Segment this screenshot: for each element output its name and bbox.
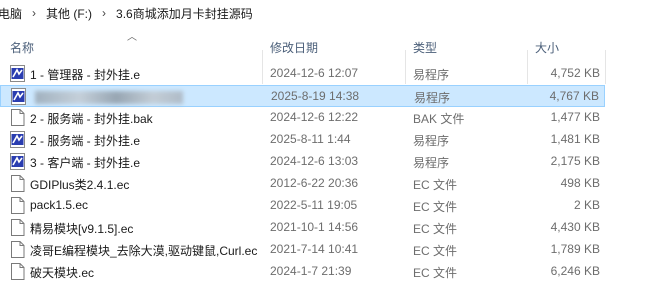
breadcrumb: 电脑 › 其他 (F:) › 3.6商城添加月卡封挂源码: [0, 0, 671, 26]
breadcrumb-item-computer[interactable]: 电脑: [0, 5, 22, 22]
column-date[interactable]: 修改日期: [270, 39, 318, 56]
file-size: 6,246 KB: [550, 264, 600, 278]
file-type: EC 文件: [413, 200, 458, 214]
file-row[interactable]: 2025-8-19 14:38 易程序 4,767 KB: [0, 85, 605, 107]
breadcrumb-chevron-icon: ›: [32, 6, 37, 20]
file-type: EC 文件: [413, 222, 458, 236]
column-name[interactable]: 名称: [10, 39, 34, 56]
file-size: 4,752 KB: [550, 66, 600, 80]
file-date: 2021-7-14 10:41: [270, 242, 359, 256]
file-name: 破天模块.ec: [30, 266, 95, 280]
file-icon: [10, 219, 25, 236]
file-size: 4,430 KB: [550, 220, 600, 234]
file-name: 3 - 客户端 - 封外挂.e: [30, 156, 141, 170]
breadcrumb-item-folder[interactable]: 3.6商城添加月卡封挂源码: [116, 5, 253, 22]
file-name: 精易模块[v9.1.5].ec: [30, 222, 134, 236]
file-date: 2025-8-19 14:38: [271, 89, 360, 103]
file-date: 2024-1-7 21:39: [270, 264, 352, 278]
column-size[interactable]: 大小: [535, 39, 559, 56]
e-program-icon: [10, 131, 25, 148]
file-type: 易程序: [413, 68, 450, 82]
file-date: 2022-5-11 19:05: [270, 198, 358, 212]
file-type: 易程序: [413, 134, 450, 148]
column-header: ︿ 名称 修改日期 类型 大小: [0, 26, 671, 84]
file-size: 1,481 KB: [550, 132, 600, 146]
file-name: 2 - 服务端 - 封外挂.bak: [30, 112, 153, 126]
file-date: 2024-12-6 12:22: [270, 110, 359, 124]
sort-ascending-icon: ︿: [127, 32, 137, 43]
file-name: GDIPlus类2.4.1.ec: [30, 178, 130, 192]
file-row[interactable]: 1 - 管理器 - 封外挂.e 2024-12-6 12:07 易程序 4,752 K…: [0, 63, 605, 85]
file-date: 2024-12-6 13:03: [270, 154, 359, 168]
file-type: EC 文件: [413, 244, 458, 258]
file-type: EC 文件: [413, 178, 458, 192]
file-date: 2012-6-22 20:36: [270, 176, 359, 190]
file-row[interactable]: 破天模块.ec 2024-1-7 21:39 EC 文件 6,246 KB: [0, 261, 605, 283]
e-program-icon: [11, 88, 26, 105]
file-name: 凌哥E编程模块_去除大漠,驱动键鼠,Curl.ec: [30, 244, 258, 258]
e-program-icon: [10, 153, 25, 170]
file-name: 2 - 服务端 - 封外挂.e: [30, 134, 141, 148]
file-date: 2024-12-6 12:07: [270, 66, 359, 80]
file-row[interactable]: GDIPlus类2.4.1.ec 2012-6-22 20:36 EC 文件 498 …: [0, 173, 605, 195]
file-type: 易程序: [413, 156, 450, 170]
column-type[interactable]: 类型: [413, 39, 437, 56]
file-name: pack1.5.ec: [30, 198, 89, 212]
file-icon: [10, 197, 25, 214]
file-size: 2,175 KB: [550, 154, 600, 168]
breadcrumb-chevron-icon: ›: [102, 6, 107, 20]
file-row[interactable]: 精易模块[v9.1.5].ec 2021-10-1 14:56 EC 文件 4,430…: [0, 217, 605, 239]
file-date: 2021-10-1 14:56: [270, 220, 359, 234]
file-row[interactable]: 2 - 服务端 - 封外挂.e 2025-8-11 1:44 易程序 1,481 KB: [0, 129, 605, 151]
column-divider[interactable]: [605, 50, 606, 84]
file-row[interactable]: pack1.5.ec 2022-5-11 19:05 EC 文件 2 KB: [0, 195, 605, 217]
breadcrumb-item-drive[interactable]: 其他 (F:): [46, 5, 92, 22]
file-icon: [10, 109, 25, 126]
file-date: 2025-8-11 1:44: [270, 132, 351, 146]
file-size: 4,767 KB: [549, 89, 599, 103]
file-name: 1 - 管理器 - 封外挂.e: [30, 68, 141, 82]
file-icon: [10, 241, 25, 258]
file-size: 498 KB: [560, 176, 600, 190]
file-size: 2 KB: [573, 198, 600, 212]
file-row[interactable]: 3 - 客户端 - 封外挂.e 2024-12-6 13:03 易程序 2,175 K…: [0, 151, 605, 173]
file-size: 1,477 KB: [550, 110, 600, 124]
file-type: BAK 文件: [413, 112, 465, 126]
file-size: 1,789 KB: [550, 242, 600, 256]
e-program-icon: [10, 65, 25, 82]
file-type: 易程序: [414, 91, 451, 105]
file-type: EC 文件: [413, 266, 458, 280]
redacted-filename: [35, 91, 183, 104]
file-icon: [10, 175, 25, 192]
file-row[interactable]: 凌哥E编程模块_去除大漠,驱动键鼠,Curl.ec 2021-7-14 10:41…: [0, 239, 605, 261]
file-row[interactable]: 2 - 服务端 - 封外挂.bak 2024-12-6 12:22 BAK 文件 1,…: [0, 107, 605, 129]
file-icon: [10, 263, 25, 280]
